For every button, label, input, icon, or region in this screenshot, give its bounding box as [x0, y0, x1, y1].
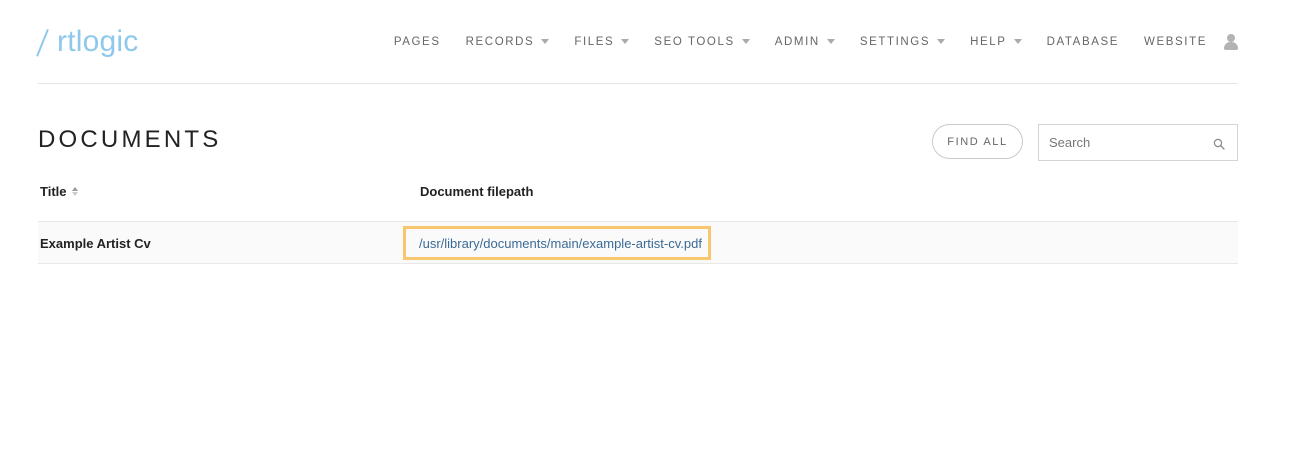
caret-down-icon: [541, 38, 550, 44]
column-header-label: Title: [40, 184, 67, 199]
table-row[interactable]: Example Artist Cv /usr/library/documents…: [38, 222, 1238, 264]
main-nav: PAGES RECORDS FILES SEO TOOLS ADMIN SETT…: [394, 33, 1238, 51]
caret-down-icon: [621, 38, 630, 44]
nav-item-seo-tools[interactable]: SEO TOOLS: [654, 36, 750, 48]
logo-text: rtlogic: [57, 25, 139, 58]
column-header-filepath: Document filepath: [420, 184, 533, 199]
artlogic-logo[interactable]: rtlogic: [40, 24, 138, 60]
user-icon-head: [1227, 34, 1235, 42]
nav-item-records[interactable]: RECORDS: [466, 36, 550, 48]
nav-label: PAGES: [393, 36, 441, 48]
nav-label: FILES: [574, 36, 615, 48]
nav-label: RECORDS: [465, 36, 535, 48]
page-title: DOCUMENTS: [38, 126, 222, 153]
nav-label: WEBSITE: [1144, 36, 1207, 48]
user-icon[interactable]: [1224, 34, 1238, 50]
nav-item-admin[interactable]: ADMIN: [775, 36, 835, 48]
caret-down-icon: [1013, 38, 1022, 44]
nav-label: HELP: [970, 36, 1007, 48]
user-icon-body: [1224, 42, 1238, 50]
nav-item-files[interactable]: FILES: [574, 36, 630, 48]
top-header: rtlogic PAGES RECORDS FILES SEO TOOLS AD…: [38, 0, 1238, 84]
nav-item-website[interactable]: WEBSITE: [1144, 36, 1207, 48]
nav-item-help[interactable]: HELP: [970, 36, 1022, 48]
caret-down-icon: [937, 38, 946, 44]
nav-label: ADMIN: [774, 36, 820, 48]
column-header-label: Document filepath: [420, 184, 534, 199]
sort-icon[interactable]: [71, 187, 78, 196]
nav-label: DATABASE: [1046, 36, 1120, 48]
column-header-title[interactable]: Title: [40, 184, 78, 199]
caret-down-icon: [826, 38, 835, 44]
nav-label: SETTINGS: [859, 36, 931, 48]
nav-label: SEO TOOLS: [654, 36, 735, 48]
find-all-button[interactable]: FIND ALL: [932, 124, 1023, 159]
search-icon[interactable]: [1213, 138, 1225, 150]
caret-down-icon: [741, 38, 750, 44]
document-filepath-link[interactable]: /usr/library/documents/main/example-arti…: [419, 236, 702, 251]
nav-item-settings[interactable]: SETTINGS: [859, 36, 946, 48]
table-header: Title Document filepath: [38, 180, 1238, 222]
logo-slash-mark: [40, 27, 56, 57]
nav-item-database[interactable]: DATABASE: [1047, 36, 1119, 48]
search-input[interactable]: [1039, 125, 1209, 160]
document-title-cell[interactable]: Example Artist Cv: [40, 236, 151, 251]
documents-table: Title Document filepath Example Artist C…: [38, 180, 1238, 264]
nav-item-pages[interactable]: PAGES: [394, 36, 441, 48]
search-box: [1038, 124, 1238, 161]
filepath-highlight-box: /usr/library/documents/main/example-arti…: [403, 226, 711, 260]
